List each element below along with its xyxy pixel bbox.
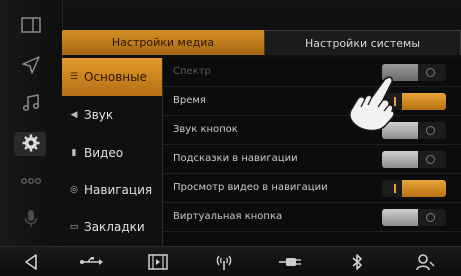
radio-icon[interactable] xyxy=(211,252,237,272)
navigation-arrow-icon[interactable] xyxy=(0,46,62,84)
tab-system-settings[interactable]: Настройки системы xyxy=(264,30,461,55)
setting-label: Просмотр видео в навигации xyxy=(173,182,328,193)
compass-icon: ◎ xyxy=(70,185,78,195)
setting-label: Время xyxy=(173,95,206,106)
setting-label: Подсказки в навигации xyxy=(173,153,298,164)
split-screen-icon[interactable] xyxy=(0,6,62,44)
setting-row-navigation-hints: Подсказки в навигации xyxy=(163,145,461,174)
pointing-hand-icon xyxy=(349,76,395,132)
setting-label: Звук кнопок xyxy=(173,124,238,135)
setting-row-button-sound: Звук кнопок xyxy=(163,116,461,145)
settings-list: Спектр Время Звук кнопок Подсказки в нав… xyxy=(162,58,461,246)
setting-row-spectrum: Спектр xyxy=(163,58,461,87)
more-dots-icon[interactable] xyxy=(0,162,62,200)
microphone-icon[interactable] xyxy=(0,200,62,238)
category-general[interactable]: ☰ Основные xyxy=(62,58,162,96)
category-label: Звук xyxy=(84,108,114,122)
setting-label: Виртуальная кнопка xyxy=(173,211,283,222)
bluetooth-icon[interactable] xyxy=(344,252,370,272)
category-label: Основные xyxy=(84,70,148,84)
settings-tabs: Настройки медиа Настройки системы xyxy=(62,30,461,55)
phone-link-icon[interactable] xyxy=(412,252,438,272)
music-icon[interactable] xyxy=(0,84,62,122)
category-sidebar: ☰ Основные ◀ Звук ▮ Видео ◎ Навигация ▭ … xyxy=(62,58,162,246)
list-icon: ☰ xyxy=(69,72,79,82)
media-settings-screen: Настройки медиа Настройки системы ☰ Осно… xyxy=(0,0,461,276)
setting-label: Спектр xyxy=(173,66,211,77)
category-label: Навигация xyxy=(84,183,153,197)
category-video[interactable]: ▮ Видео xyxy=(62,134,162,172)
settings-gear-icon[interactable] xyxy=(0,124,62,162)
setting-row-virtual-button: Виртуальная кнопка xyxy=(163,203,461,232)
bottom-bar xyxy=(0,246,461,276)
category-label: Закладки xyxy=(84,220,145,234)
video-icon[interactable] xyxy=(145,252,171,272)
category-sound[interactable]: ◀ Звук xyxy=(62,96,162,134)
aux-plug-icon[interactable] xyxy=(277,252,303,272)
category-navigation[interactable]: ◎ Навигация xyxy=(62,171,162,209)
category-bookmarks[interactable]: ▭ Закладки xyxy=(62,208,162,246)
setting-row-video-in-navigation: Просмотр видео в навигации xyxy=(163,174,461,203)
tab-media-settings[interactable]: Настройки медиа xyxy=(62,30,264,55)
left-rail xyxy=(0,0,63,246)
video-in-navigation-toggle[interactable] xyxy=(382,180,446,197)
bookmark-icon: ▭ xyxy=(69,222,79,232)
setting-row-time: Время xyxy=(163,87,461,116)
back-icon[interactable] xyxy=(18,252,44,272)
speaker-icon: ◀ xyxy=(70,110,78,120)
usb-icon[interactable] xyxy=(78,252,104,272)
category-label: Видео xyxy=(84,146,124,160)
film-icon: ▮ xyxy=(71,148,77,158)
virtual-button-toggle[interactable] xyxy=(382,209,446,226)
navigation-hints-toggle[interactable] xyxy=(382,151,446,168)
